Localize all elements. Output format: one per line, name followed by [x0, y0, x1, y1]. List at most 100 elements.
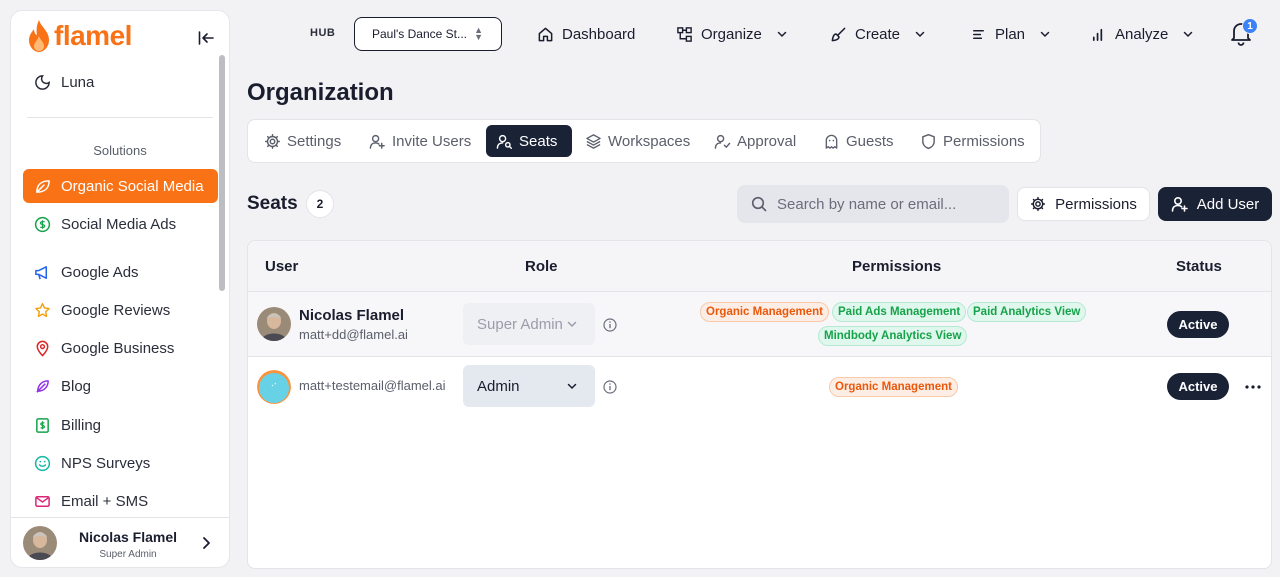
- seats-title: Seats: [247, 193, 298, 214]
- chevron-down-icon: [1040, 31, 1050, 38]
- user-email: matt+dd@flamel.ai: [299, 327, 408, 342]
- tab-label: Permissions: [943, 132, 1025, 150]
- table-row: matt+testemail@flamel.ai Admin Organic M…: [248, 357, 1271, 414]
- user-avatar: [257, 307, 291, 341]
- tab-label: Settings: [287, 132, 342, 150]
- sidebar-divider: [27, 117, 213, 118]
- role-select[interactable]: Admin: [463, 365, 595, 407]
- nav-analyze[interactable]: Analyze: [1090, 17, 1194, 51]
- hub-label: HUB: [310, 27, 336, 39]
- info-icon[interactable]: [603, 318, 617, 332]
- sidebar-item-blog[interactable]: Blog: [23, 369, 218, 403]
- permission-tag: Mindbody Analytics View: [818, 326, 968, 346]
- search-input[interactable]: [777, 195, 997, 213]
- info-icon[interactable]: [603, 380, 617, 394]
- tab-seats[interactable]: Seats: [486, 125, 572, 157]
- permission-tag: Paid Ads Management: [832, 302, 967, 322]
- status-badge: Active: [1167, 373, 1229, 400]
- sidebar-item-label: Email + SMS: [61, 492, 149, 510]
- row-actions-button[interactable]: [1244, 378, 1262, 396]
- profile-name: Nicolas Flamel: [78, 529, 178, 545]
- column-header-role: Role: [525, 258, 558, 275]
- column-header-status: Status: [1176, 258, 1222, 275]
- sidebar-item-social-media-ads[interactable]: Social Media Ads: [23, 207, 218, 241]
- sidebar-item-label: Organic Social Media: [61, 177, 204, 195]
- sidebar-item-label: Google Business: [61, 339, 175, 357]
- tab-settings[interactable]: Settings: [254, 125, 351, 157]
- nav-organize[interactable]: Organize: [676, 17, 788, 51]
- shield-icon: [922, 133, 935, 149]
- sidebar-item-google-business[interactable]: Google Business: [23, 331, 218, 365]
- sidebar-item-organic-social-media[interactable]: Organic Social Media: [23, 169, 218, 203]
- user-check-icon: [714, 134, 731, 149]
- tab-bar: Settings Invite Users Seats Workspaces A…: [247, 119, 1041, 163]
- user-search-icon: [496, 134, 513, 149]
- collapse-icon: [198, 31, 214, 45]
- sidebar-item-google-ads[interactable]: Google Ads: [23, 255, 218, 289]
- sidebar-scrollbar[interactable]: [219, 55, 225, 293]
- user-email: matt+testemail@flamel.ai: [299, 378, 446, 393]
- flame-logo-icon: [29, 20, 49, 52]
- layers-icon: [586, 133, 601, 149]
- brush-icon: [831, 27, 846, 41]
- feather-icon: [33, 377, 51, 395]
- section-label: Solutions: [93, 143, 147, 158]
- moon-icon: [33, 73, 51, 91]
- seats-count-badge: 2: [306, 190, 334, 218]
- user-name: Nicolas Flamel: [299, 307, 405, 324]
- hub-select[interactable]: Paul's Dance St... ▲ ▼: [354, 17, 502, 51]
- collapse-sidebar-button[interactable]: [195, 27, 217, 49]
- dollar-circle-icon: [33, 215, 51, 233]
- chevron-down-icon: [915, 31, 925, 38]
- sidebar-item-email-sms[interactable]: Email + SMS: [23, 484, 218, 518]
- gear-icon: [264, 133, 281, 149]
- tab-approval[interactable]: Approval: [704, 125, 806, 157]
- nav-label: Dashboard: [562, 25, 636, 43]
- profile-menu[interactable]: Nicolas Flamel Super Admin: [11, 517, 229, 567]
- sidebar-item-luna[interactable]: Luna: [23, 65, 218, 99]
- search-box[interactable]: [737, 185, 1009, 223]
- profile-role: Super Admin: [99, 549, 157, 560]
- star-icon: [33, 301, 51, 319]
- map-pin-icon: [33, 339, 51, 357]
- tab-workspaces[interactable]: Workspaces: [575, 125, 700, 157]
- search-icon: [751, 196, 767, 212]
- permissions-button[interactable]: Permissions: [1017, 187, 1150, 221]
- sidebar-item-label: Billing: [61, 416, 102, 434]
- sidebar-item-google-reviews[interactable]: Google Reviews: [23, 293, 218, 327]
- user-avatar: [257, 370, 291, 404]
- billing-icon: [33, 416, 51, 434]
- sidebar-item-label: Blog: [61, 377, 92, 395]
- megaphone-icon: [33, 263, 51, 281]
- sidebar-item-label: Google Ads: [61, 263, 139, 281]
- add-user-button[interactable]: Add User: [1158, 187, 1272, 221]
- notification-badge: 1: [1242, 18, 1258, 34]
- sidebar-item-billing[interactable]: Billing: [23, 408, 218, 442]
- column-header-user: User: [265, 258, 299, 275]
- tab-guests[interactable]: Guests: [813, 125, 904, 157]
- tab-permissions[interactable]: Permissions: [910, 125, 1035, 157]
- nav-plan[interactable]: Plan: [970, 17, 1051, 51]
- sidebar-item-label: Luna: [61, 73, 95, 91]
- tab-invite-users[interactable]: Invite Users: [359, 125, 481, 157]
- sidebar-item-nps-surveys[interactable]: NPS Surveys: [23, 446, 218, 480]
- nav-create[interactable]: Create: [830, 17, 926, 51]
- sidebar-item-label: Google Reviews: [61, 301, 171, 319]
- nav-label: Organize: [701, 25, 762, 43]
- leaf-icon: [33, 177, 51, 195]
- chevron-down-icon: [1184, 31, 1193, 38]
- bar-chart-icon: [1092, 28, 1103, 41]
- tab-label: Workspaces: [608, 132, 691, 150]
- user-plus-icon: [369, 134, 385, 149]
- column-header-permissions: Permissions: [852, 258, 942, 275]
- notifications-button[interactable]: 1: [1228, 18, 1258, 48]
- page-title: Organization: [247, 79, 394, 106]
- nav-dashboard[interactable]: Dashboard: [537, 17, 635, 51]
- chevron-right-icon: [201, 536, 211, 550]
- avatar: [23, 526, 57, 560]
- hub-select-value: Paul's Dance St...: [372, 27, 468, 41]
- scrollbar-thumb[interactable]: [219, 55, 225, 291]
- list-icon: [973, 29, 984, 39]
- flamel-logo[interactable]: flamel: [27, 19, 132, 53]
- chevron-down-icon: [777, 31, 787, 38]
